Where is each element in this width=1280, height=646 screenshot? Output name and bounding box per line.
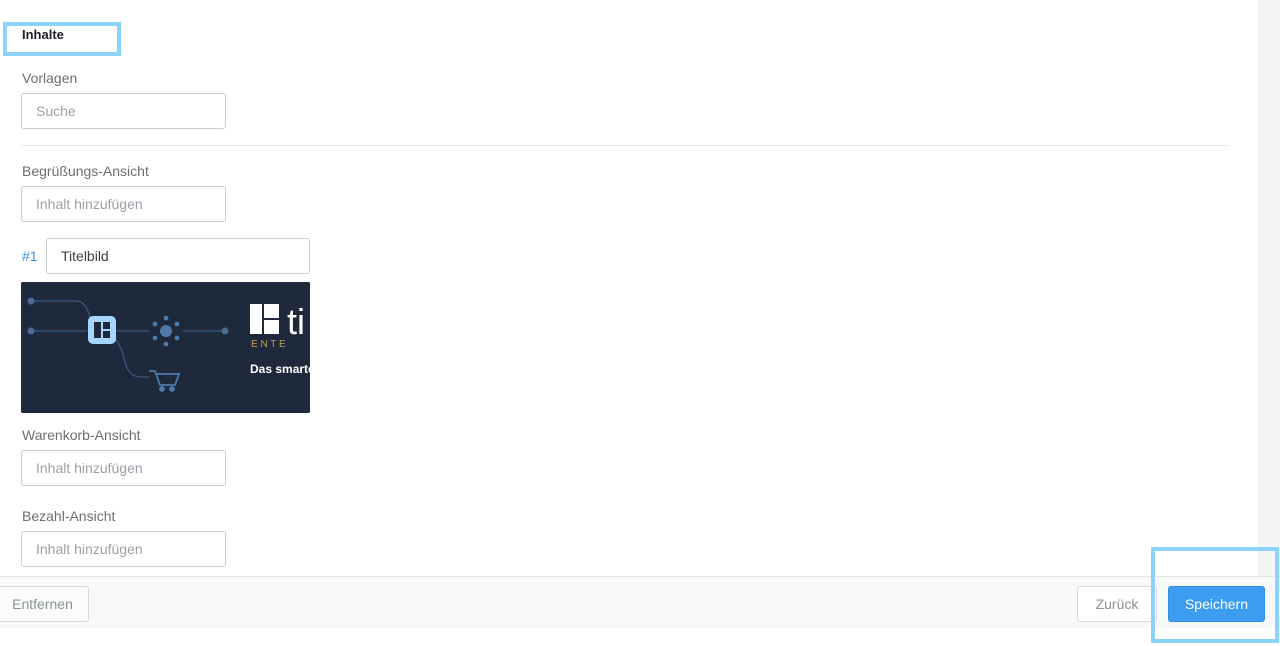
divider <box>21 145 1228 146</box>
item-thumbnail-image[interactable]: ti E N T E Das smarte <box>21 282 310 413</box>
scrollbar-track[interactable] <box>1258 0 1280 576</box>
remove-button[interactable]: Entfernen <box>0 586 89 622</box>
content-panel: Inhalte Vorlagen Begrüßungs-Ansicht #1 <box>0 0 1258 576</box>
templates-label: Vorlagen <box>22 70 78 86</box>
flow-block-icon <box>88 316 116 344</box>
cart-view-add-input[interactable] <box>21 450 226 486</box>
brand-wordmark: ti <box>287 301 305 342</box>
highlight-save-button <box>1151 547 1279 643</box>
brand-tagline: Das smarte <box>250 362 310 376</box>
item-number: #1 <box>22 248 38 264</box>
payment-view-label: Bezahl-Ansicht <box>22 508 116 524</box>
welcome-view-add-input[interactable] <box>21 186 226 222</box>
item-title-input[interactable] <box>46 238 310 274</box>
cart-view-label: Warenkorb-Ansicht <box>22 427 141 443</box>
back-button[interactable]: Zurück <box>1077 586 1157 622</box>
highlight-section-title <box>3 22 121 56</box>
payment-view-add-input[interactable] <box>21 531 226 567</box>
brand-subtitle: E N T E <box>251 339 286 350</box>
welcome-view-label: Begrüßungs-Ansicht <box>22 163 149 179</box>
templates-search-input[interactable] <box>21 93 226 129</box>
